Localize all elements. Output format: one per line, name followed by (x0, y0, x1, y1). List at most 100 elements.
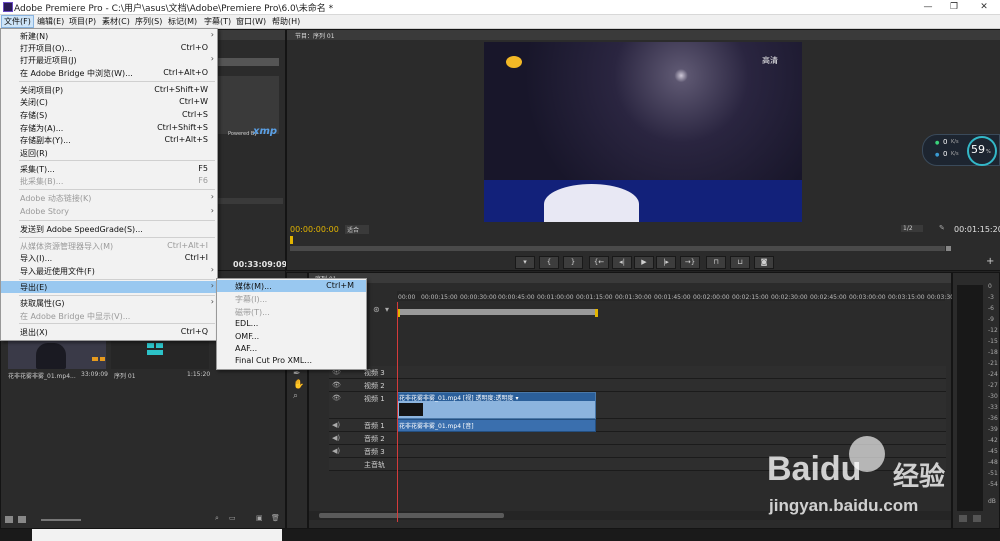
menu-item-capture[interactable]: 采集(T)... F5 (1, 163, 217, 175)
frame-floor (484, 180, 802, 222)
ruler-label: 00:02:45:00 (810, 294, 847, 301)
timeline-playhead-line[interactable] (397, 302, 398, 522)
trash-icon[interactable]: 🗑 (271, 514, 280, 522)
minimize-button[interactable]: — (914, 0, 942, 14)
menu-window[interactable]: 窗口(W) (234, 16, 268, 27)
program-tab[interactable]: 节目：序列 01 (295, 31, 335, 40)
menu-item-open-recent[interactable]: 打开最近项目(J) › (1, 54, 217, 66)
quality-dropdown[interactable]: 1/2 (901, 225, 923, 232)
timeline-scrollbar-thumb[interactable] (319, 513, 504, 518)
ruler-label: 00:02:30:00 (771, 294, 808, 301)
track-video-3[interactable] (329, 366, 946, 379)
menu-title[interactable]: 字幕(T) (202, 16, 233, 27)
menu-file[interactable]: 文件(F) (1, 15, 34, 28)
playhead[interactable] (290, 236, 293, 244)
menu-item-new[interactable]: 新建(N) › (1, 30, 217, 42)
export-item-fcp-xml[interactable]: Final Cut Pro XML... (217, 355, 366, 367)
work-area-bar[interactable] (397, 309, 597, 315)
program-timecode[interactable]: 00:00:00:00 (290, 225, 339, 234)
play-button[interactable]: ▶ (634, 256, 654, 269)
step-forward-button[interactable]: |▸ (656, 256, 676, 269)
upload-unit: K/s (951, 139, 959, 145)
extract-button[interactable]: ⊔ (730, 256, 750, 269)
track-video-2[interactable] (329, 379, 946, 392)
menu-item-browse-bridge[interactable]: 在 Adobe Bridge 中浏览(W)... Ctrl+Alt+O (1, 67, 217, 79)
menu-item-open-project[interactable]: 打开项目(O)... Ctrl+O (1, 42, 217, 54)
menu-edit[interactable]: 编辑(E) (35, 16, 66, 27)
menu-sequence[interactable]: 序列(S) (133, 16, 164, 27)
menu-item-exit[interactable]: 退出(X) Ctrl+Q (1, 326, 217, 338)
zoom-tool-icon[interactable]: ⌕ (293, 391, 298, 401)
menu-clip[interactable]: 素材(C) (100, 16, 132, 27)
menu-item-adobe-story[interactable]: Adobe Story › (1, 206, 217, 218)
mark-out-button[interactable]: } (563, 256, 583, 269)
hand-tool-icon[interactable]: ✋ (293, 380, 304, 390)
scrubber-end[interactable] (946, 246, 951, 251)
speaker-icon[interactable]: ◀) (332, 434, 340, 442)
snap-icon[interactable]: ⊛ (373, 305, 380, 314)
audio-clip[interactable]: 花非花雾非雾_01.mp4 [音] (397, 419, 596, 432)
zoom-slider[interactable] (41, 519, 81, 521)
menu-item-export[interactable]: 导出(E) › (1, 281, 217, 293)
bin-icon[interactable]: ▭ (229, 514, 236, 522)
go-to-in-button[interactable]: {← (589, 256, 609, 269)
search-icon[interactable]: ⌕ (215, 514, 219, 523)
menu-item-batch-capture[interactable]: 批采集(B)... F6 (1, 175, 217, 187)
list-view-icon[interactable] (5, 516, 13, 523)
menu-item-revert[interactable]: 返回(R) (1, 147, 217, 159)
new-item-icon[interactable]: ▣ (256, 514, 263, 522)
export-item-title[interactable]: 字幕(I)... (217, 293, 366, 305)
db-label: -18 (988, 349, 998, 356)
network-speed-widget[interactable]: ● 0 K/s ● 0 K/s 59 % (922, 134, 1000, 166)
menu-item-dynamic-link[interactable]: Adobe 动态链接(K) › (1, 192, 217, 204)
export-frame-button[interactable]: ◙ (754, 256, 774, 269)
menu-marker[interactable]: 标记(M) (166, 16, 199, 27)
video-clip[interactable]: 花非花雾非雾_01.mp4 [视] 透明度:透明度 ▾ (397, 392, 596, 419)
export-item-edl[interactable]: EDL... (217, 318, 366, 330)
menu-project[interactable]: 项目(P) (67, 16, 98, 27)
mark-in-button[interactable]: { (539, 256, 559, 269)
menu-item-import-media-browser[interactable]: 从媒体资源管理器导入(M) Ctrl+Alt+I (1, 240, 217, 252)
program-monitor: 节目：序列 01 高清 00:00:00:00 适合 1/2 ✎ 00:01:1… (286, 29, 1000, 271)
program-scrubber[interactable] (290, 246, 945, 251)
speaker-icon[interactable]: ◀) (332, 447, 340, 455)
icon-view-icon[interactable] (18, 516, 26, 523)
close-button[interactable]: ✕ (970, 0, 998, 14)
menu-item-send-speedgrade[interactable]: 发送到 Adobe SpeedGrade(S)... (1, 223, 217, 235)
button-editor-icon[interactable]: + (986, 256, 994, 267)
project-thumb-sequence[interactable] (111, 339, 209, 369)
lift-button[interactable]: ⊓ (706, 256, 726, 269)
export-item-media[interactable]: 媒体(M)... Ctrl+M (217, 280, 366, 292)
export-item-tape[interactable]: 磁带(T)... (217, 306, 366, 318)
menu-item-get-properties[interactable]: 获取属性(G) › (1, 297, 217, 309)
menu-item-save[interactable]: 存储(S) Ctrl+S (1, 109, 217, 121)
file-menu: 新建(N) › 打开项目(O)... Ctrl+O 打开最近项目(J) › 在 Ado… (0, 28, 218, 341)
work-area-end[interactable] (595, 309, 598, 317)
marker-icon[interactable]: ▾ (385, 305, 389, 314)
menu-item-reveal-bridge[interactable]: 在 Adobe Bridge 中显示(V)... (1, 310, 217, 322)
export-item-aaf[interactable]: AAF... (217, 343, 366, 355)
restore-button[interactable]: ❐ (940, 0, 968, 14)
menu-item-save-copy[interactable]: 存储副本(Y)... Ctrl+Alt+S (1, 134, 217, 146)
project-thumb-video[interactable] (8, 339, 106, 369)
step-back-button[interactable]: ◂| (612, 256, 632, 269)
ruler-label: 00:02:00:00 (693, 294, 730, 301)
wrench-icon[interactable]: ✎ (939, 224, 945, 232)
pen-tool-icon[interactable]: ✒ (293, 369, 301, 379)
menu-item-save-as[interactable]: 存储为(A)... Ctrl+Shift+S (1, 122, 217, 134)
go-to-out-button[interactable]: →} (680, 256, 700, 269)
eye-icon[interactable]: 👁 (332, 394, 341, 402)
export-item-omf[interactable]: OMF... (217, 331, 366, 343)
fit-dropdown[interactable]: 适合 (345, 225, 370, 234)
menu-item-close[interactable]: 关闭(C) Ctrl+W (1, 96, 217, 108)
menu-item-import[interactable]: 导入(I)... Ctrl+I (1, 252, 217, 264)
eye-icon[interactable]: 👁 (332, 381, 341, 389)
panel-scrollbar[interactable] (217, 58, 279, 66)
source-duration: 00:33:09:09 (233, 260, 288, 269)
add-marker-button[interactable]: ▾ (515, 256, 535, 269)
menu-item-import-recent[interactable]: 导入最近使用文件(F) › (1, 265, 217, 277)
menu-item-close-project[interactable]: 关闭项目(P) Ctrl+Shift+W (1, 84, 217, 96)
window-title: Adobe Premiere Pro - C:\用户\asus\文档\Adobe… (14, 4, 334, 14)
menu-help[interactable]: 帮助(H) (270, 16, 302, 27)
speaker-icon[interactable]: ◀) (332, 421, 340, 429)
